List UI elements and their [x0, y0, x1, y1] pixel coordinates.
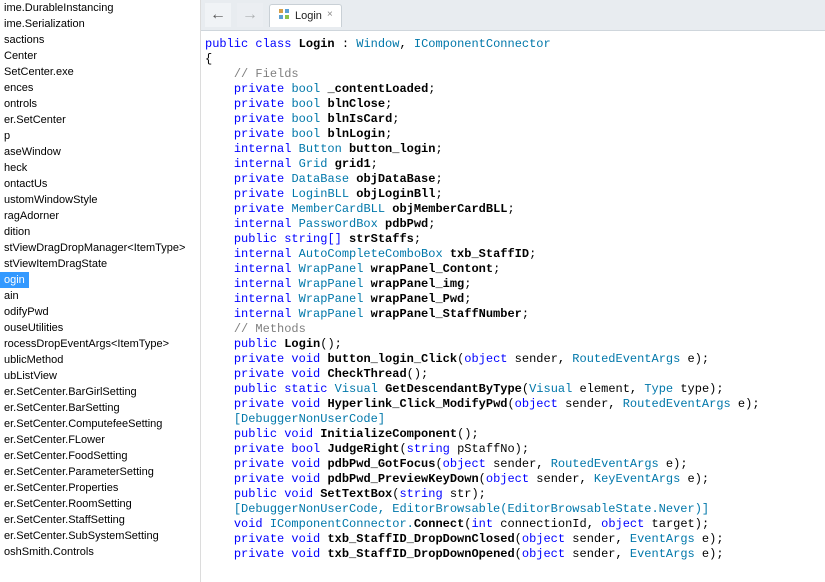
code-line: private void CheckThread(); [201, 367, 825, 382]
code-line: internal WrapPanel wrapPanel_StaffNumber… [201, 307, 825, 322]
class-icon [278, 8, 290, 24]
tree-item[interactable]: er.SetCenter.BarGirlSetting [0, 384, 200, 400]
code-line: internal Grid grid1; [201, 157, 825, 172]
code-line: public void InitializeComponent(); [201, 427, 825, 442]
tree-item[interactable]: ogin [0, 272, 29, 288]
code-line: internal WrapPanel wrapPanel_Pwd; [201, 292, 825, 307]
tree-item[interactable]: er.SetCenter.BarSetting [0, 400, 200, 416]
code-line: private bool blnIsCard; [201, 112, 825, 127]
code-line: [DebuggerNonUserCode] [201, 412, 825, 427]
tree-item[interactable]: ubListView [0, 368, 200, 384]
tree-item[interactable]: er.SetCenter.FoodSetting [0, 448, 200, 464]
sidebar-tree[interactable]: ime.DurableInstancingime.Serializationsa… [0, 0, 201, 582]
code-line: void IComponentConnector.Connect(int con… [201, 517, 825, 532]
code-view[interactable]: public class Login : Window, IComponentC… [201, 31, 825, 582]
code-line: private MemberCardBLL objMemberCardBLL; [201, 202, 825, 217]
tree-item[interactable]: stViewDragDropManager<ItemType> [0, 240, 200, 256]
tree-item[interactable]: stViewItemDragState [0, 256, 200, 272]
code-line: internal AutoCompleteComboBox txb_StaffI… [201, 247, 825, 262]
tree-item[interactable]: SetCenter.exe [0, 64, 200, 80]
code-line: private void txb_StaffID_DropDownOpened(… [201, 547, 825, 562]
tree-item[interactable]: heck [0, 160, 200, 176]
code-line: // Methods [201, 322, 825, 337]
code-line: private bool blnLogin; [201, 127, 825, 142]
tree-item[interactable]: Center [0, 48, 200, 64]
tree-item[interactable]: ragAdorner [0, 208, 200, 224]
tree-item[interactable]: aseWindow [0, 144, 200, 160]
tree-item[interactable]: er.SetCenter.ComputefeeSetting [0, 416, 200, 432]
toolbar: ← → Login × [201, 0, 825, 31]
tree-item[interactable]: oshSmith.Controls [0, 544, 200, 560]
tree-item[interactable]: er.SetCenter.SubSystemSetting [0, 528, 200, 544]
code-line: public static Visual GetDescendantByType… [201, 382, 825, 397]
code-line: public string[] strStaffs; [201, 232, 825, 247]
code-line: internal PasswordBox pdbPwd; [201, 217, 825, 232]
code-line: [DebuggerNonUserCode, EditorBrowsable(Ed… [201, 502, 825, 517]
tree-item[interactable]: er.SetCenter.ParameterSetting [0, 464, 200, 480]
tab-label: Login [295, 10, 322, 22]
code-line: private void button_login_Click(object s… [201, 352, 825, 367]
code-line: internal Button button_login; [201, 142, 825, 157]
code-line: private void txb_StaffID_DropDownClosed(… [201, 532, 825, 547]
tree-item[interactable]: ences [0, 80, 200, 96]
tree-item[interactable]: ublicMethod [0, 352, 200, 368]
main-panel: ← → Login × public class Login : Window,… [201, 0, 825, 582]
code-line: public Login(); [201, 337, 825, 352]
code-line: private bool _contentLoaded; [201, 82, 825, 97]
tab-login[interactable]: Login × [269, 4, 342, 27]
tree-item[interactable]: odifyPwd [0, 304, 200, 320]
tree-item[interactable]: dition [0, 224, 200, 240]
tree-item[interactable]: er.SetCenter.FLower [0, 432, 200, 448]
tree-item[interactable]: ustomWindowStyle [0, 192, 200, 208]
nav-forward-button[interactable]: → [237, 3, 263, 27]
code-line: private void Hyperlink_Click_ModifyPwd(o… [201, 397, 825, 412]
arrow-right-icon: → [245, 7, 255, 23]
code-line: internal WrapPanel wrapPanel_Contont; [201, 262, 825, 277]
tree-item[interactable]: er.SetCenter [0, 112, 200, 128]
tree-item[interactable]: ontactUs [0, 176, 200, 192]
tree-item[interactable]: er.SetCenter.StaffSetting [0, 512, 200, 528]
tree-item[interactable]: ime.DurableInstancing [0, 0, 200, 16]
tree-item[interactable]: ain [0, 288, 200, 304]
close-icon[interactable]: × [327, 10, 333, 21]
code-line: private LoginBLL objLoginBll; [201, 187, 825, 202]
code-line: private DataBase objDataBase; [201, 172, 825, 187]
tree-item[interactable]: sactions [0, 32, 200, 48]
code-line: { [201, 52, 825, 67]
tree-item[interactable]: rocessDropEventArgs<ItemType> [0, 336, 200, 352]
code-line: private void pdbPwd_PreviewKeyDown(objec… [201, 472, 825, 487]
code-line: private bool blnClose; [201, 97, 825, 112]
arrow-left-icon: ← [213, 7, 223, 23]
code-line: private bool JudgeRight(string pStaffNo)… [201, 442, 825, 457]
tree-item[interactable]: er.SetCenter.Properties [0, 480, 200, 496]
tree-item[interactable]: ontrols [0, 96, 200, 112]
tree-item[interactable]: ouseUtilities [0, 320, 200, 336]
tree-item[interactable]: er.SetCenter.RoomSetting [0, 496, 200, 512]
tree-item[interactable]: ime.Serialization [0, 16, 200, 32]
code-line: private void pdbPwd_GotFocus(object send… [201, 457, 825, 472]
tree-item[interactable]: p [0, 128, 200, 144]
code-line: // Fields [201, 67, 825, 82]
nav-back-button[interactable]: ← [205, 3, 231, 27]
code-line: internal WrapPanel wrapPanel_img; [201, 277, 825, 292]
code-line: public void SetTextBox(string str); [201, 487, 825, 502]
code-line: public class Login : Window, IComponentC… [201, 37, 825, 52]
